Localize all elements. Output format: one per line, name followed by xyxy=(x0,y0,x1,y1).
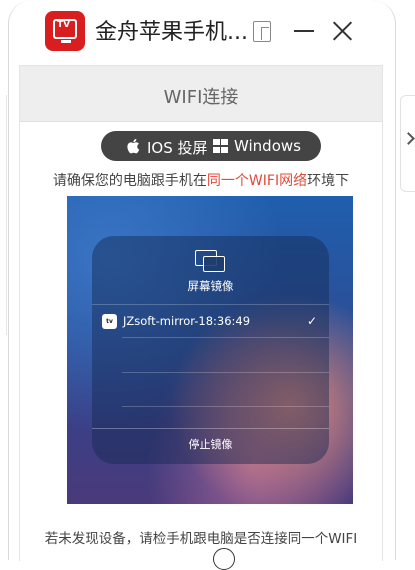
windows-icon xyxy=(213,139,228,154)
screen-mirror-title: 屏幕镜像 xyxy=(187,279,234,293)
apple-tv-icon: tv xyxy=(102,314,117,329)
check-icon: ✓ xyxy=(307,314,318,328)
screen-mirror-screenshot: 屏幕镜像 tv JZsoft-mirror-18:36:49 ✓ 停止镜像 xyxy=(67,196,353,504)
tv-logo-icon: TV xyxy=(45,11,85,51)
control-center-card: 屏幕镜像 tv JZsoft-mirror-18:36:49 ✓ 停止镜像 xyxy=(92,236,329,464)
ios-cast-label[interactable]: IOS 投屏 xyxy=(147,137,208,158)
app-window: TV 金舟苹果手机... WIFI连接 IOS 投屏 Windows 请确保您的… xyxy=(8,0,396,561)
wifi-hint-highlight: 同一个WIFI网络 xyxy=(206,173,308,189)
pip-icon[interactable] xyxy=(252,20,272,42)
background-frame-left xyxy=(0,95,7,335)
apple-icon xyxy=(127,138,140,154)
wifi-hint: 请确保您的电脑跟手机在同一个WIFI网络环境下 xyxy=(52,173,350,189)
side-expand-tab[interactable] xyxy=(400,95,415,192)
platform-toggle[interactable]: IOS 投屏 Windows xyxy=(101,131,321,161)
device-not-found-notice: 若未发现设备，请检手机跟电脑是否连接同一个WIFI xyxy=(44,531,358,547)
chevron-right-icon[interactable] xyxy=(402,132,415,145)
device-name: JZsoft-mirror-18:36:49 xyxy=(123,314,251,328)
device-row: tv JZsoft-mirror-18:36:49 ✓ xyxy=(92,306,329,336)
title-bar: TV 金舟苹果手机... xyxy=(9,0,395,62)
help-icon[interactable] xyxy=(213,548,235,570)
wifi-connect-panel: WIFI连接 IOS 投屏 Windows 请确保您的电脑跟手机在同一个WIFI… xyxy=(19,65,383,561)
windows-label[interactable]: Windows xyxy=(234,137,301,155)
panel-header: WIFI连接 xyxy=(20,66,382,122)
stop-mirroring-label: 停止镜像 xyxy=(188,438,233,451)
panel-title: WIFI连接 xyxy=(163,87,239,108)
minimize-icon[interactable] xyxy=(292,19,316,43)
app-canvas: TV 金舟苹果手机... WIFI连接 IOS 投屏 Windows 请确保您的… xyxy=(0,0,415,570)
app-title: 金舟苹果手机... xyxy=(95,20,248,45)
close-icon[interactable] xyxy=(330,19,354,43)
screen-mirror-icon xyxy=(195,250,225,272)
